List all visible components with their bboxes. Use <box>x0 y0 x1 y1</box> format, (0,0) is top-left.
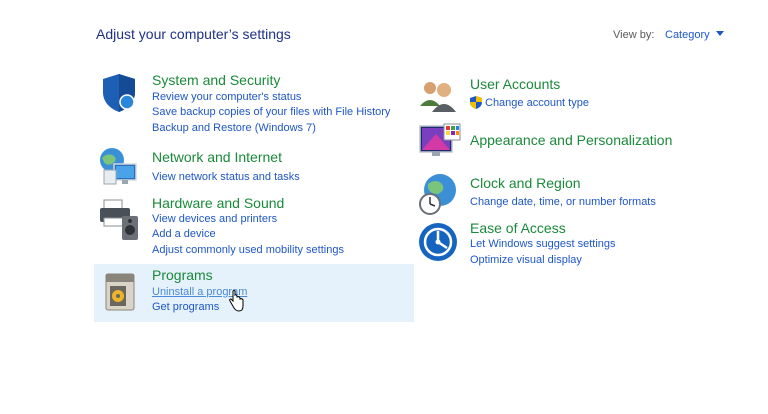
link-change-account-type[interactable]: Change account type <box>485 97 589 109</box>
link-get-programs[interactable]: Get programs <box>152 301 219 313</box>
network-globe-icon[interactable] <box>98 146 142 188</box>
link-backup-restore[interactable]: Backup and Restore (Windows 7) <box>152 122 316 134</box>
hardware-and-sound-title[interactable]: Hardware and Sound <box>152 195 284 211</box>
link-add-device[interactable]: Add a device <box>152 228 216 240</box>
link-windows-suggest[interactable]: Let Windows suggest settings <box>470 238 616 250</box>
category-clock-and-region: Clock and Region Change date, time, or n… <box>414 170 734 216</box>
link-mobility-settings[interactable]: Adjust commonly used mobility settings <box>152 244 344 256</box>
link-file-history[interactable]: Save backup copies of your files with Fi… <box>152 106 390 118</box>
link-devices-printers[interactable]: View devices and printers <box>152 213 277 225</box>
category-ease-of-access: Ease of Access Let Windows suggest setti… <box>414 218 734 268</box>
clock-and-region-title[interactable]: Clock and Region <box>470 175 581 191</box>
view-by-label: View by: <box>613 29 655 41</box>
programs-title[interactable]: Programs <box>152 267 213 283</box>
clock-globe-icon[interactable] <box>418 172 460 216</box>
system-and-security-title[interactable]: System and Security <box>152 72 280 88</box>
ease-of-access-title[interactable]: Ease of Access <box>470 220 566 236</box>
link-review-status[interactable]: Review your computer's status <box>152 91 301 103</box>
shield-icon[interactable] <box>100 73 138 113</box>
uac-shield-icon <box>470 96 482 109</box>
link-change-date-formats[interactable]: Change date, time, or number formats <box>470 196 656 208</box>
link-optimize-display[interactable]: Optimize visual display <box>470 254 582 266</box>
category-hardware-and-sound: Hardware and Sound View devices and prin… <box>96 192 414 260</box>
link-network-status[interactable]: View network status and tasks <box>152 171 300 183</box>
network-and-internet-title[interactable]: Network and Internet <box>152 149 282 165</box>
ease-of-access-icon[interactable] <box>418 222 458 262</box>
view-by-value: Category <box>665 29 710 41</box>
view-by: View by: Category <box>613 29 724 41</box>
hand-cursor-icon <box>229 290 244 312</box>
chevron-down-icon[interactable] <box>715 31 724 36</box>
user-accounts-title[interactable]: User Accounts <box>470 76 560 92</box>
category-programs[interactable]: Programs Uninstall a program Get program… <box>94 264 414 322</box>
view-by-dropdown[interactable]: Category <box>665 29 724 41</box>
page-title: Adjust your computer’s settings <box>96 26 291 42</box>
users-icon[interactable] <box>418 76 458 114</box>
category-system-and-security: System and Security Review your computer… <box>96 68 414 138</box>
printer-speaker-icon[interactable] <box>98 196 144 242</box>
category-user-accounts: User Accounts Change account type <box>414 72 734 116</box>
category-appearance: Appearance and Personalization <box>414 120 734 166</box>
appearance-title[interactable]: Appearance and Personalization <box>470 132 672 148</box>
category-network-and-internet: Network and Internet View network status… <box>96 144 414 188</box>
monitor-palette-icon[interactable] <box>418 122 462 166</box>
programs-icon[interactable] <box>104 272 136 312</box>
